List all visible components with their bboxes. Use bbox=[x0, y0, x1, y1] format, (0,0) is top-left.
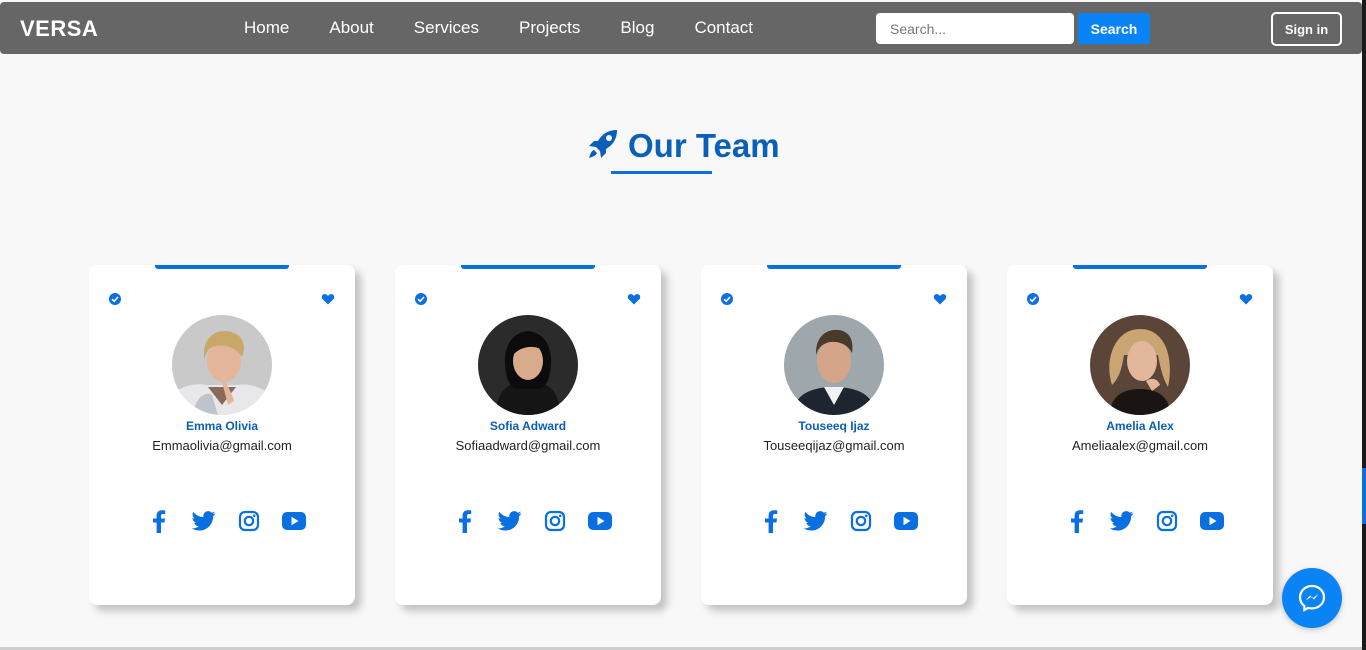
nav-link-services[interactable]: Services bbox=[394, 18, 499, 38]
messenger-icon bbox=[1298, 584, 1326, 612]
verified-check-icon[interactable] bbox=[720, 292, 734, 306]
twitter-icon[interactable] bbox=[804, 509, 828, 533]
instagram-icon[interactable] bbox=[849, 509, 873, 533]
nav-link-projects[interactable]: Projects bbox=[499, 18, 600, 38]
team-card: Amelia Alex Ameliaalex@gmail.com bbox=[1007, 265, 1273, 605]
heart-icon[interactable] bbox=[933, 292, 947, 306]
section-title: Our Team bbox=[586, 126, 780, 166]
youtube-icon[interactable] bbox=[1200, 509, 1224, 533]
youtube-icon[interactable] bbox=[588, 509, 612, 533]
card-accent-bar bbox=[767, 265, 901, 269]
card-accent-bar bbox=[1073, 265, 1207, 269]
messenger-chat-button[interactable] bbox=[1282, 568, 1342, 628]
verified-check-icon[interactable] bbox=[108, 292, 122, 306]
nav-links: Home About Services Projects Blog Contac… bbox=[224, 18, 773, 38]
avatar bbox=[784, 315, 884, 415]
card-accent-bar bbox=[461, 265, 595, 269]
social-links bbox=[759, 509, 929, 533]
instagram-icon[interactable] bbox=[1155, 509, 1179, 533]
social-links bbox=[1065, 509, 1235, 533]
page-title: Our Team bbox=[628, 127, 780, 164]
search-button[interactable]: Search bbox=[1078, 13, 1150, 44]
verified-check-icon[interactable] bbox=[414, 292, 428, 306]
member-email: Touseeqijaz@gmail.com bbox=[763, 438, 905, 453]
instagram-icon[interactable] bbox=[237, 509, 261, 533]
youtube-icon[interactable] bbox=[894, 509, 918, 533]
facebook-icon[interactable] bbox=[453, 509, 477, 533]
youtube-icon[interactable] bbox=[282, 509, 306, 533]
avatar bbox=[478, 315, 578, 415]
member-name: Sofia Adward bbox=[489, 419, 567, 433]
heart-icon[interactable] bbox=[321, 292, 335, 306]
facebook-icon[interactable] bbox=[1065, 509, 1089, 533]
twitter-icon[interactable] bbox=[498, 509, 522, 533]
team-card: Touseeq Ijaz Touseeqijaz@gmail.com bbox=[701, 265, 967, 605]
twitter-icon[interactable] bbox=[1110, 509, 1134, 533]
member-email: Ameliaalex@gmail.com bbox=[1071, 438, 1209, 453]
search-input[interactable] bbox=[876, 13, 1074, 44]
avatar bbox=[172, 315, 272, 415]
sign-in-button[interactable]: Sign in bbox=[1271, 12, 1342, 46]
navbar: VERSA Home About Services Projects Blog … bbox=[0, 2, 1362, 54]
social-links bbox=[453, 509, 623, 533]
twitter-icon[interactable] bbox=[192, 509, 216, 533]
facebook-icon[interactable] bbox=[759, 509, 783, 533]
avatar bbox=[1090, 315, 1190, 415]
member-name: Emma Olivia bbox=[185, 419, 259, 433]
member-name: Amelia Alex bbox=[1106, 419, 1174, 433]
nav-link-contact[interactable]: Contact bbox=[674, 18, 773, 38]
heart-icon[interactable] bbox=[627, 292, 641, 306]
member-name: Touseeq Ijaz bbox=[798, 419, 870, 433]
heart-icon[interactable] bbox=[1239, 292, 1253, 306]
nav-link-home[interactable]: Home bbox=[224, 18, 309, 38]
social-links bbox=[147, 509, 317, 533]
team-card: Sofia Adward Sofiaadward@gmail.com bbox=[395, 265, 661, 605]
scrollbar-track[interactable] bbox=[1362, 0, 1366, 650]
verified-check-icon[interactable] bbox=[1026, 292, 1040, 306]
title-underline bbox=[611, 171, 712, 174]
rocket-icon bbox=[586, 127, 620, 166]
nav-link-blog[interactable]: Blog bbox=[600, 18, 674, 38]
brand-logo[interactable]: VERSA bbox=[20, 16, 98, 42]
member-email: Sofiaadward@gmail.com bbox=[455, 438, 601, 453]
team-card: Emma Olivia Emmaolivia@gmail.com bbox=[89, 265, 355, 605]
facebook-icon[interactable] bbox=[147, 509, 171, 533]
instagram-icon[interactable] bbox=[543, 509, 567, 533]
nav-link-about[interactable]: About bbox=[309, 18, 393, 38]
card-accent-bar bbox=[155, 265, 289, 269]
scrollbar-thumb[interactable] bbox=[1362, 468, 1366, 524]
member-email: Emmaolivia@gmail.com bbox=[152, 438, 292, 453]
